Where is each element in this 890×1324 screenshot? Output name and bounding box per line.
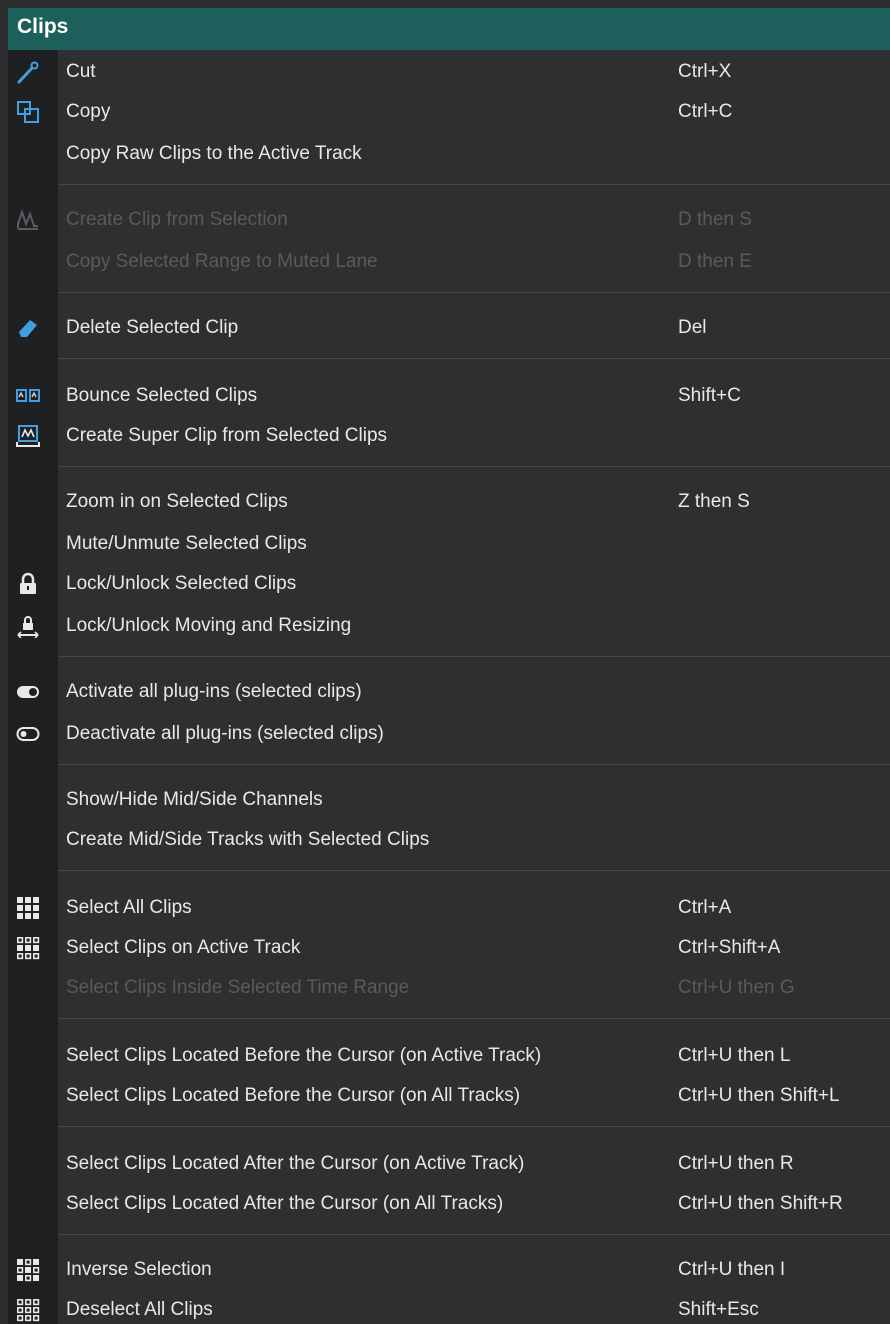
menu-item-label: Lock/Unlock Selected Clips [66, 573, 297, 594]
menu-item-label: Create Super Clip from Selected Clips [66, 425, 388, 446]
menu-item-lock-moving-resizing[interactable]: Lock/Unlock Moving and Resizing [8, 606, 890, 646]
menu-item-create-clip-from-selection[interactable]: Create Clip from Selection D then S [8, 200, 890, 240]
menu-item-shortcut: D then E [678, 251, 752, 272]
menu-item-label: Copy [66, 101, 111, 122]
menu-separator [58, 1234, 890, 1235]
menu-item-label: Copy Raw Clips to the Active Track [66, 143, 362, 164]
menu-item-shortcut: Shift+Esc [678, 1299, 759, 1320]
menu-separator [58, 656, 890, 657]
menu-item-bounce-selected-clips[interactable]: Bounce Selected Clips Shift+C [8, 376, 890, 416]
menu-item-delete-selected-clip[interactable]: Delete Selected Clip Del [8, 308, 890, 348]
menu-item-select-after-cursor-active[interactable]: Select Clips Located After the Cursor (o… [8, 1144, 890, 1184]
menu-item-show-hide-mid-side[interactable]: Show/Hide Mid/Side Channels [8, 780, 890, 820]
menu-item-label: Deactivate all plug-ins (selected clips) [66, 723, 384, 744]
menu-item-select-all-clips[interactable]: Select All Clips Ctrl+A [8, 888, 890, 928]
bounce-icon [16, 384, 40, 408]
menu-item-label: Bounce Selected Clips [66, 385, 258, 406]
menu-item-label: Select Clips on Active Track [66, 937, 301, 958]
menu-item-label: Zoom in on Selected Clips [66, 491, 288, 512]
menu-separator [58, 358, 890, 359]
menu-item-select-before-cursor-active[interactable]: Select Clips Located Before the Cursor (… [8, 1036, 890, 1076]
eraser-icon [16, 316, 40, 340]
menu-item-shortcut: Ctrl+Shift+A [678, 937, 781, 958]
menu-item-label: Delete Selected Clip [66, 317, 239, 338]
menu-item-label: Cut [66, 61, 96, 82]
menu-item-label: Create Mid/Side Tracks with Selected Cli… [66, 829, 430, 850]
menu-item-shortcut: Ctrl+U then R [678, 1153, 794, 1174]
menu-title: Clips [17, 15, 69, 38]
menu-item-activate-plugins[interactable]: Activate all plug-ins (selected clips) [8, 672, 890, 712]
menu-item-shortcut: Ctrl+C [678, 101, 733, 122]
menu-item-shortcut: Ctrl+X [678, 61, 732, 82]
menu-item-copy[interactable]: Copy Ctrl+C [8, 92, 890, 132]
menu-item-copy-range-muted-lane[interactable]: Copy Selected Range to Muted Lane D then… [8, 242, 890, 282]
menu-item-label: Select All Clips [66, 897, 192, 918]
menu-item-shortcut: Ctrl+U then L [678, 1045, 791, 1066]
menu-item-label: Create Clip from Selection [66, 209, 288, 230]
create-clip-icon [16, 208, 40, 232]
menu-separator [58, 1126, 890, 1127]
menu-item-shortcut: Z then S [678, 491, 750, 512]
menu-separator [58, 764, 890, 765]
menu-item-shortcut: Ctrl+U then I [678, 1259, 786, 1280]
menu-item-label: Select Clips Located After the Cursor (o… [66, 1153, 525, 1174]
menu-header: Clips [8, 8, 890, 50]
menu-item-shortcut: Ctrl+U then Shift+R [678, 1193, 843, 1214]
menu-item-create-super-clip[interactable]: Create Super Clip from Selected Clips [8, 416, 890, 456]
menu-item-shortcut: Ctrl+A [678, 897, 732, 918]
menu-item-lock-unlock-clips[interactable]: Lock/Unlock Selected Clips [8, 564, 890, 604]
grid-filled-icon [16, 896, 40, 920]
grid-track-icon [16, 936, 40, 960]
toggle-off-icon [16, 722, 40, 746]
menu-item-copy-raw-clips[interactable]: Copy Raw Clips to the Active Track [8, 134, 890, 174]
menu-item-shortcut: D then S [678, 209, 752, 230]
menu-item-label: Deselect All Clips [66, 1299, 213, 1320]
menu-item-label: Inverse Selection [66, 1259, 212, 1280]
menu-item-label: Select Clips Located Before the Cursor (… [66, 1085, 521, 1106]
menu-separator [58, 1018, 890, 1019]
menu-item-select-clips-time-range[interactable]: Select Clips Inside Selected Time Range … [8, 968, 890, 1008]
menu-separator [58, 466, 890, 467]
menu-item-deselect-all-clips[interactable]: Deselect All Clips Shift+Esc [8, 1290, 890, 1324]
menu-item-shortcut: Ctrl+U then G [678, 977, 795, 998]
menu-item-label: Select Clips Located Before the Cursor (… [66, 1045, 542, 1066]
menu-item-label: Activate all plug-ins (selected clips) [66, 681, 362, 702]
menu-item-zoom-selected-clips[interactable]: Zoom in on Selected Clips Z then S [8, 482, 890, 522]
grid-inverse-icon [16, 1258, 40, 1282]
menu-item-mute-unmute-clips[interactable]: Mute/Unmute Selected Clips [8, 524, 890, 564]
menu-separator [58, 184, 890, 185]
cut-icon [16, 60, 40, 84]
clips-menu: Clips Cut Ctrl+X Copy Ctrl+C Copy Raw Cl… [8, 8, 890, 1324]
menu-item-deactivate-plugins[interactable]: Deactivate all plug-ins (selected clips) [8, 714, 890, 754]
menu-item-cut[interactable]: Cut Ctrl+X [8, 52, 890, 92]
menu-item-shortcut: Del [678, 317, 707, 338]
menu-item-select-after-cursor-all[interactable]: Select Clips Located After the Cursor (o… [8, 1184, 890, 1224]
menu-item-label: Select Clips Inside Selected Time Range [66, 977, 410, 998]
menu-separator [58, 292, 890, 293]
grid-outline-icon [16, 1298, 40, 1322]
menu-item-select-clips-active-track[interactable]: Select Clips on Active Track Ctrl+Shift+… [8, 928, 890, 968]
super-clip-icon [16, 424, 40, 448]
menu-item-select-before-cursor-all[interactable]: Select Clips Located Before the Cursor (… [8, 1076, 890, 1116]
copy-icon [16, 100, 40, 124]
menu-item-create-mid-side-tracks[interactable]: Create Mid/Side Tracks with Selected Cli… [8, 820, 890, 860]
menu-item-label: Mute/Unmute Selected Clips [66, 533, 307, 554]
lock-move-icon [16, 614, 40, 639]
lock-icon [16, 572, 40, 596]
toggle-on-icon [16, 680, 40, 704]
menu-item-shortcut: Shift+C [678, 385, 741, 406]
menu-item-label: Lock/Unlock Moving and Resizing [66, 615, 352, 636]
menu-item-label: Select Clips Located After the Cursor (o… [66, 1193, 504, 1214]
menu-item-inverse-selection[interactable]: Inverse Selection Ctrl+U then I [8, 1250, 890, 1290]
menu-item-label: Show/Hide Mid/Side Channels [66, 789, 323, 810]
menu-item-label: Copy Selected Range to Muted Lane [66, 251, 378, 272]
menu-separator [58, 870, 890, 871]
menu-item-shortcut: Ctrl+U then Shift+L [678, 1085, 840, 1106]
